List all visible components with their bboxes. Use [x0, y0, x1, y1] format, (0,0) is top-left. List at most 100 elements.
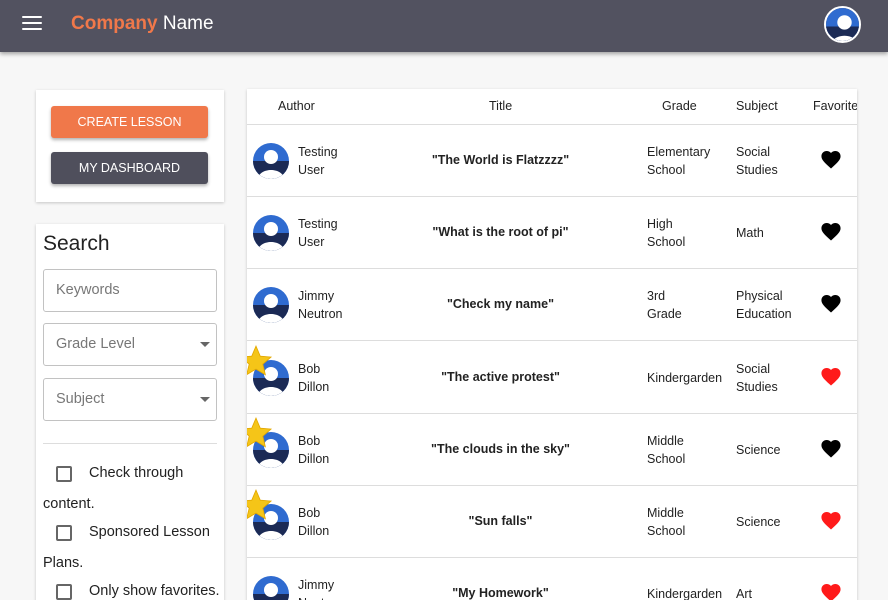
- author-last-name: Dillon: [298, 524, 330, 538]
- brand-title[interactable]: Company Name: [71, 13, 214, 35]
- grade-line-1: Middle: [647, 433, 684, 448]
- subject-line-2: Education: [736, 307, 792, 322]
- favorite-heart-icon[interactable]: [821, 295, 841, 313]
- table-row[interactable]: Testing User "The World is Flatzzzz" Elem…: [247, 125, 857, 197]
- subject-cell: Math: [736, 224, 806, 242]
- grade-line-2: School: [647, 451, 686, 466]
- subject-line-1: Art: [736, 587, 752, 600]
- check-through-content-option[interactable]: Check through content.: [43, 458, 223, 520]
- table-row[interactable]: Bob Dillon "The active protest" Kindergar…: [247, 342, 857, 414]
- grade-cell: Kindergarden: [647, 369, 727, 387]
- table-row[interactable]: Jimmy Neutron "Check my name" 3rd Grade Ph…: [247, 269, 857, 342]
- favorite-heart-icon[interactable]: [821, 151, 841, 169]
- dropdown-arrow-icon: [200, 342, 210, 347]
- divider: [43, 443, 217, 444]
- brand-accent-text: Company: [71, 13, 158, 34]
- subject-cell: Physical Education: [736, 287, 806, 323]
- favorite-heart-icon[interactable]: [821, 223, 841, 241]
- author-name[interactable]: Jimmy Neutron: [298, 576, 342, 600]
- table-header: Author Title Grade Subject Favorite: [247, 89, 857, 125]
- lesson-title[interactable]: "The active protest": [397, 370, 604, 384]
- lesson-title[interactable]: "Sun falls": [397, 514, 604, 528]
- author-first-name: Bob: [298, 433, 321, 448]
- table-row[interactable]: Testing User "What is the root of pi" Hig…: [247, 197, 857, 270]
- grade-line-1: Middle: [647, 506, 684, 520]
- my-dashboard-button[interactable]: My Dashboard: [51, 152, 208, 184]
- grade-line-1: 3rd: [647, 289, 666, 304]
- keywords-field[interactable]: [43, 269, 217, 312]
- search-panel: Search Grade Level Subject Check through…: [36, 224, 224, 600]
- grade-line-1: Elementary: [647, 145, 711, 159]
- grade-level-label: Grade Level: [56, 336, 135, 352]
- author-name[interactable]: Bob Dillon: [298, 504, 329, 540]
- lesson-title[interactable]: "The World is Flatzzzz": [397, 153, 604, 167]
- author-name[interactable]: Bob Dillon: [298, 360, 329, 396]
- sponsored-star-icon: [247, 344, 273, 376]
- table-row[interactable]: Bob Dillon "The clouds in the sky" Middle…: [247, 414, 857, 486]
- author-name[interactable]: Jimmy Neutron: [298, 287, 342, 323]
- author-last-name: Dillon: [298, 451, 330, 466]
- author-avatar-icon: [253, 215, 289, 252]
- grade-level-select[interactable]: Grade Level: [43, 323, 217, 366]
- subject-line-2: Studies: [736, 163, 778, 177]
- column-header-grade[interactable]: Grade: [662, 99, 697, 113]
- hamburger-menu-icon[interactable]: [22, 16, 42, 32]
- subject-cell: Science: [736, 441, 806, 459]
- subject-line-1: Science: [736, 515, 781, 529]
- favorite-heart-icon[interactable]: [821, 584, 841, 600]
- sponsored-star-icon: [247, 489, 273, 520]
- grade-cell: Kindergarden: [647, 585, 727, 600]
- column-header-favorite[interactable]: Favorite: [813, 99, 857, 113]
- author-name[interactable]: Testing User: [298, 215, 338, 251]
- grade-cell: Middle School: [647, 432, 727, 468]
- sponsored-lesson-plans-option[interactable]: Sponsored Lesson Plans.: [43, 517, 223, 579]
- author-first-name: Bob: [298, 361, 321, 376]
- grade-cell: Elementary School: [647, 143, 727, 179]
- subject-cell: Social Studies: [736, 360, 806, 396]
- grade-line-1: High: [647, 217, 673, 232]
- subject-line-1: Social: [736, 361, 771, 376]
- grade-cell: 3rd Grade: [647, 287, 727, 323]
- author-name[interactable]: Bob Dillon: [298, 432, 329, 468]
- subject-select[interactable]: Subject: [43, 378, 217, 421]
- author-first-name: Jimmy: [298, 289, 335, 304]
- favorite-heart-icon[interactable]: [821, 439, 841, 458]
- app-bar: Company Name: [0, 0, 888, 52]
- sponsored-lesson-plans-checkbox[interactable]: [56, 525, 72, 541]
- author-last-name: User: [298, 235, 325, 250]
- author-avatar-icon: [253, 287, 289, 324]
- author-avatar-icon: [253, 576, 289, 600]
- keywords-input[interactable]: [56, 282, 196, 298]
- subject-cell: Social Studies: [736, 143, 806, 179]
- column-header-subject[interactable]: Subject: [736, 99, 778, 113]
- actions-card: Create Lesson My Dashboard: [36, 90, 224, 202]
- author-first-name: Testing: [298, 217, 338, 232]
- author-name[interactable]: Testing User: [298, 143, 338, 179]
- table-row[interactable]: JimmyNeutron "My Homework" Kindergarden …: [247, 558, 857, 600]
- lesson-title[interactable]: "Check my name": [397, 297, 604, 311]
- grade-line-2: School: [647, 163, 686, 177]
- search-heading: Search: [43, 232, 110, 255]
- subject-line-2: Studies: [736, 379, 778, 394]
- check-through-content-checkbox[interactable]: [56, 466, 72, 482]
- only-show-favorites-checkbox[interactable]: [56, 584, 72, 600]
- lesson-title[interactable]: "My Homework": [397, 586, 604, 600]
- dropdown-arrow-icon: [200, 397, 210, 402]
- lesson-title[interactable]: "What is the root of pi": [397, 225, 604, 239]
- user-avatar-icon[interactable]: [824, 6, 861, 43]
- author-last-name: Neutron: [298, 596, 342, 600]
- grade-line-2: School: [647, 235, 686, 250]
- lesson-title[interactable]: "The clouds in the sky": [397, 442, 604, 456]
- grade-cell: High School: [647, 215, 727, 251]
- favorite-heart-icon[interactable]: [821, 512, 841, 530]
- grade-line-1: Kindergarden: [647, 587, 723, 600]
- subject-line-1: Science: [736, 442, 781, 457]
- create-lesson-button[interactable]: Create Lesson: [51, 106, 208, 138]
- author-avatar-icon: [253, 143, 289, 179]
- only-show-favorites-option[interactable]: Only show favorites.: [43, 576, 223, 600]
- table-row[interactable]: Bob Dillon "Sun falls" Middle School Scien…: [247, 486, 857, 558]
- brand-rest-text: Name: [157, 13, 214, 34]
- column-header-author[interactable]: Author: [278, 99, 315, 113]
- favorite-heart-icon[interactable]: [821, 367, 841, 386]
- column-header-title[interactable]: Title: [489, 99, 512, 113]
